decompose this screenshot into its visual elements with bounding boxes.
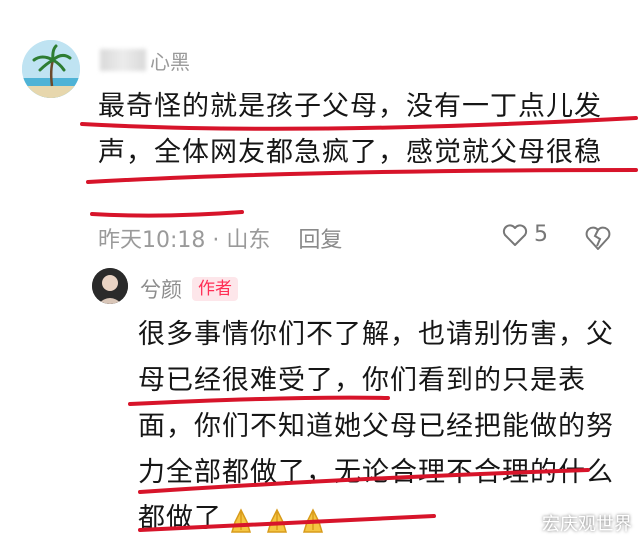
underline-3 [90, 210, 244, 218]
person-avatar-image [92, 268, 128, 304]
broken-heart-icon[interactable] [584, 224, 612, 252]
comment-username[interactable]: 心黑 [100, 48, 190, 74]
username-text: 心黑 [150, 49, 190, 74]
pray-emoji-icon [226, 505, 256, 535]
like-count: 5 [534, 222, 548, 247]
pray-emoji-icon [298, 505, 328, 535]
heart-outline-icon [502, 223, 528, 246]
emoji-group [226, 505, 328, 535]
reply-text: 很多事情你们不了解，也请别伤害，父母已经很难受了，你们看到的只是表面，你们不知道… [138, 312, 638, 542]
reply-text-body: 很多事情你们不了解，也请别伤害，父母已经很难受了，你们看到的只是表面，你们不知道… [138, 319, 614, 534]
like-button[interactable]: 5 [502, 222, 548, 247]
watermark: 宏庆观世界 [542, 514, 632, 535]
pray-emoji-icon [262, 505, 292, 535]
author-badge: 作者 [192, 277, 238, 301]
avatar[interactable] [22, 40, 80, 98]
reply-button[interactable]: 回复 [298, 222, 342, 254]
reply-username[interactable]: 兮颜 作者 [140, 274, 238, 304]
comment-text: 最奇怪的就是孩子父母，没有一丁点儿发声，全体网友都急疯了，感觉就父母很稳 [98, 91, 602, 168]
blurred-name-part [100, 49, 146, 71]
comment-meta: 昨天10:18 · 山东 回复 [98, 222, 342, 254]
username-text: 兮颜 [140, 278, 182, 302]
time-location: 昨天10:18 · 山东 [98, 228, 271, 253]
reply-avatar[interactable] [92, 268, 128, 304]
palm-tree-avatar-image [22, 40, 80, 98]
